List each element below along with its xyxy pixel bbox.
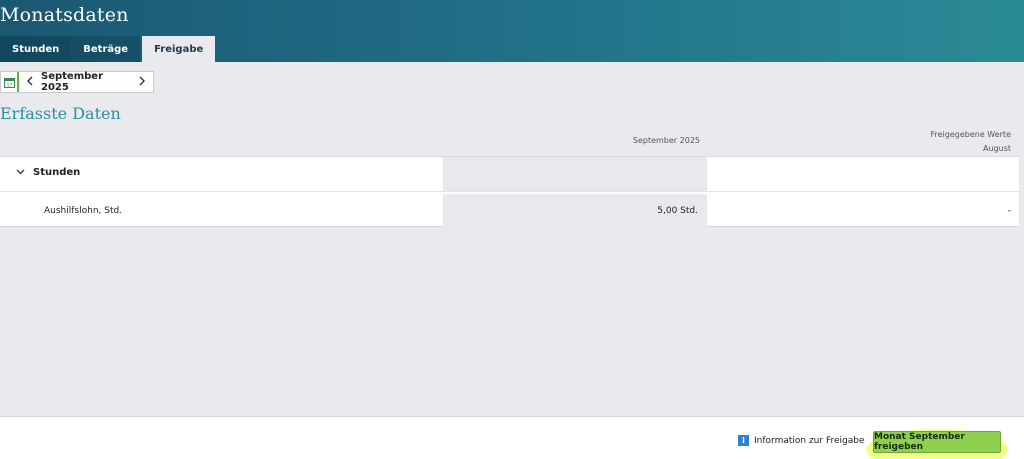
chevron-left-icon: [26, 76, 34, 89]
app-header: Monatsdaten Stunden Beträge Freigabe: [0, 0, 1024, 62]
tab-betraege[interactable]: Beträge: [71, 36, 141, 62]
row-current-value: 5,00 Std.: [657, 206, 698, 216]
info-release-link[interactable]: i Information zur Freigabe: [738, 435, 865, 446]
tab-stunden[interactable]: Stunden: [0, 36, 72, 62]
footer-bar: i Information zur Freigabe Monat Septemb…: [0, 416, 1024, 459]
data-table: Stunden Aushilfslohn, Std. 5,00 Std. -: [0, 156, 1019, 229]
row-released-value: -: [1007, 206, 1011, 216]
column-header-released-title: Freigegebene Werte: [930, 130, 1011, 139]
info-release-label: Information zur Freigabe: [754, 435, 865, 446]
column-header-released: Freigegebene Werte August: [880, 128, 1011, 156]
current-month-label: September 2025: [41, 71, 103, 93]
page-title: Monatsdaten: [0, 4, 129, 26]
chevron-right-icon: [138, 76, 146, 89]
prev-month-button[interactable]: [19, 72, 41, 92]
group-label: Stunden: [33, 167, 81, 178]
table-row: Aushilfslohn, Std. 5,00 Std. -: [0, 194, 1019, 229]
column-header-current: September 2025: [632, 136, 700, 145]
svg-text:17: 17: [6, 82, 12, 88]
period-selector: 17 September 2025: [0, 71, 154, 93]
tab-freigabe[interactable]: Freigabe: [142, 36, 216, 62]
current-column-cell: [443, 157, 707, 191]
info-icon: i: [738, 435, 749, 446]
calendar-button[interactable]: 17: [1, 72, 19, 92]
group-toggle[interactable]: Stunden: [16, 167, 80, 178]
release-month-button[interactable]: Monat September freigeben: [873, 431, 1001, 453]
column-header-released-month: August: [983, 144, 1011, 153]
next-month-button[interactable]: [131, 72, 153, 92]
section-title: Erfasste Daten: [0, 104, 121, 123]
row-label: Aushilfslohn, Std.: [44, 206, 123, 216]
tab-bar: Stunden Beträge Freigabe: [0, 36, 216, 62]
chevron-down-icon: [16, 168, 25, 178]
calendar-icon: 17: [3, 73, 15, 92]
table-group-row[interactable]: Stunden: [0, 157, 1019, 192]
